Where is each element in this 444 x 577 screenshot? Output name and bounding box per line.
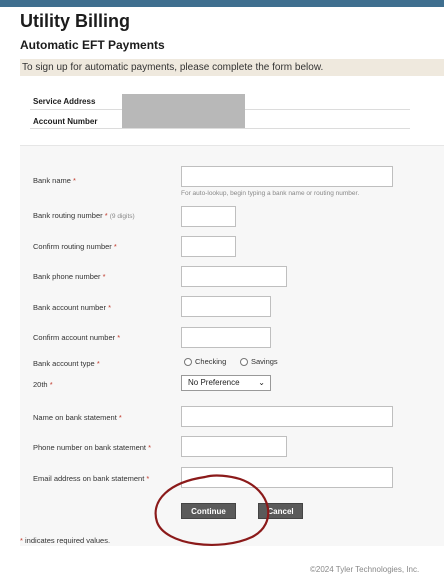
page-subtitle: Automatic EFT Payments (20, 38, 165, 52)
top-accent-bar (0, 0, 444, 7)
confirm-account-input[interactable] (181, 327, 271, 348)
required-note: * indicates required values. (20, 536, 111, 545)
draft-day-select[interactable]: No Preference ⌄ (181, 375, 271, 391)
bank-phone-input[interactable] (181, 266, 287, 287)
account-number-field-label: Bank account number * (33, 303, 111, 312)
confirm-routing-input[interactable] (181, 236, 236, 257)
draft-day-label: 20th * (33, 380, 53, 389)
phone-on-statement-label: Phone number on bank statement * (33, 443, 152, 452)
email-on-statement-label: Email address on bank statement * (33, 474, 150, 483)
savings-radio[interactable] (240, 357, 248, 366)
phone-on-statement-input[interactable] (181, 436, 287, 457)
account-number-input[interactable] (181, 296, 271, 317)
account-type-label: Bank account type * (33, 359, 100, 368)
routing-number-input[interactable] (181, 206, 236, 227)
routing-number-label: Bank routing number * (9 digits) (33, 211, 135, 220)
confirm-account-label: Confirm account number * (33, 333, 121, 342)
chevron-down-icon: ⌄ (258, 378, 265, 387)
service-address-label: Service Address (33, 97, 96, 106)
savings-option[interactable]: Savings (240, 357, 278, 366)
instructions-banner: To sign up for automatic payments, pleas… (20, 59, 444, 76)
divider (30, 128, 410, 129)
name-on-statement-label: Name on bank statement * (33, 413, 122, 422)
bank-phone-label: Bank phone number * (33, 272, 106, 281)
continue-button[interactable]: Continue (181, 503, 236, 519)
copyright-footer: ©2024 Tyler Technologies, Inc. (310, 565, 420, 574)
checking-option[interactable]: Checking (184, 357, 226, 366)
bank-name-label: Bank name * (33, 176, 76, 185)
checking-radio[interactable] (184, 357, 192, 366)
redacted-account-info (122, 94, 245, 128)
cancel-button[interactable]: Cancel (258, 503, 303, 519)
name-on-statement-input[interactable] (181, 406, 393, 427)
email-on-statement-input[interactable] (181, 467, 393, 488)
bank-name-input[interactable] (181, 166, 393, 187)
account-number-label: Account Number (33, 117, 98, 126)
page-title: Utility Billing (20, 11, 130, 31)
confirm-routing-label: Confirm routing number * (33, 242, 117, 251)
bank-name-help-text: For auto-lookup, begin typing a bank nam… (181, 190, 360, 197)
